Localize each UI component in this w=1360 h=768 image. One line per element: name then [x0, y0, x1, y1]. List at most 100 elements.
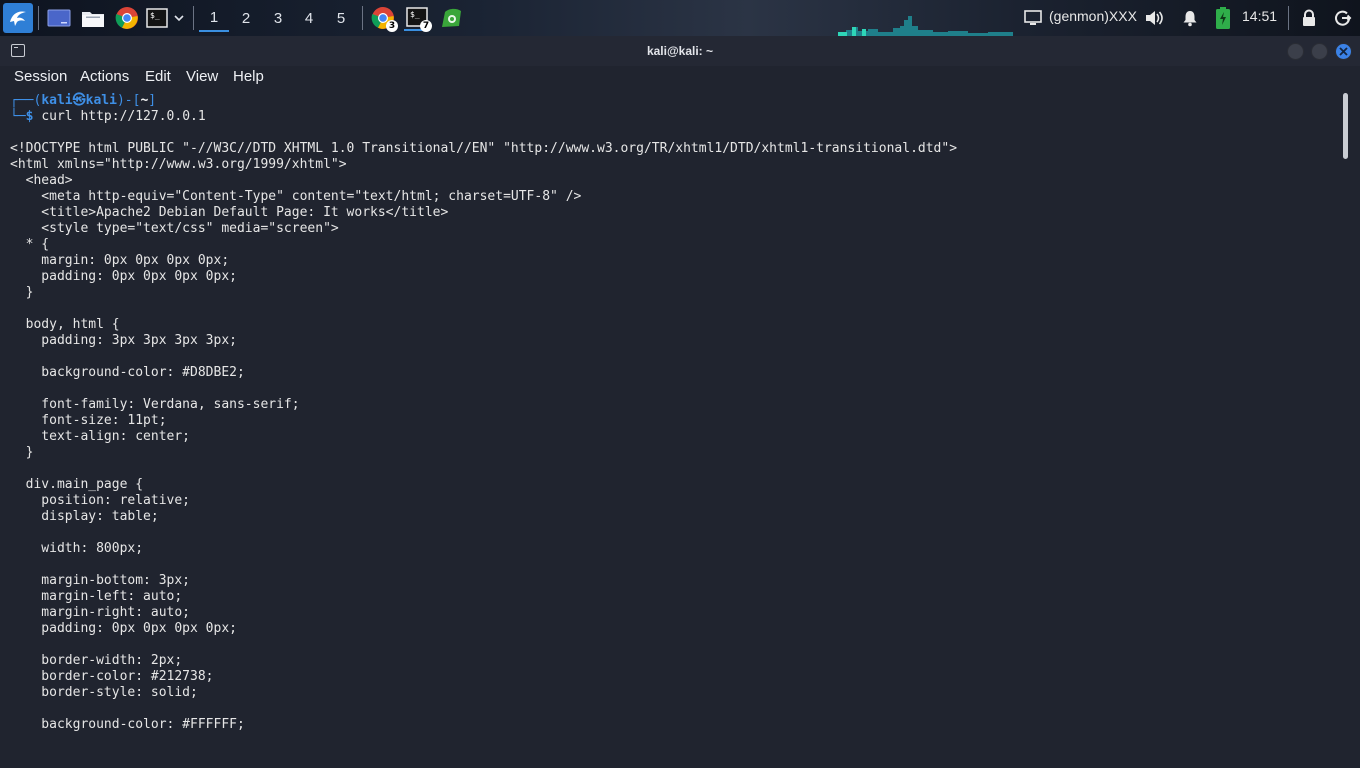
- menu-session[interactable]: Session: [14, 68, 67, 85]
- output-line: margin-bottom: 3px;: [10, 573, 191, 588]
- bell-icon: [1183, 11, 1197, 27]
- output-line: margin-right: auto;: [10, 605, 191, 620]
- prompt-host: kali: [85, 93, 117, 108]
- prompt-line: ┌──(kali㉿kali)-[~]: [10, 93, 156, 109]
- power-icon: [1335, 10, 1352, 26]
- clock[interactable]: 14:51: [1242, 8, 1277, 24]
- network-activity-graph: [838, 16, 1013, 36]
- show-desktop-button[interactable]: [46, 5, 72, 31]
- top-panel: $_ 1 2 3 4 5 3 $_ 7 (genmon)XXX 14:51: [0, 0, 1360, 36]
- terminal-launcher-button[interactable]: $_: [145, 5, 169, 31]
- menu-bar: Session Actions Edit View Help: [0, 66, 1360, 90]
- output-line: <style type="text/css" media="screen">: [10, 221, 339, 236]
- notifications-button[interactable]: [1177, 5, 1203, 31]
- lock-icon: [1303, 9, 1315, 26]
- output-line: text-align: center;: [10, 429, 191, 444]
- prompt-corner-top: ┌──(: [10, 93, 42, 108]
- output-line: <html xmlns="http://www.w3.org/1999/xhtm…: [10, 157, 347, 172]
- window-title: kali@kali: ~: [646, 44, 714, 58]
- output-line: width: 800px;: [10, 541, 144, 556]
- output-line: <head>: [10, 173, 73, 188]
- chevron-down-icon: [174, 15, 184, 22]
- prompt-user: kali: [41, 93, 73, 108]
- window-titlebar[interactable]: kali@kali: ~: [0, 36, 1360, 67]
- menu-view[interactable]: View: [186, 68, 218, 85]
- output-line: padding: 0px 0px 0px 0px;: [10, 621, 237, 636]
- logout-button[interactable]: [1330, 5, 1356, 31]
- workspace-1[interactable]: 1: [199, 4, 229, 32]
- terminal-output[interactable]: ┌──(kali㉿kali)-[~] └─$ curl http://127.0…: [0, 90, 1340, 768]
- workspace-3[interactable]: 3: [263, 4, 293, 32]
- kali-menu-button[interactable]: [3, 3, 33, 33]
- output-line: font-family: Verdana, sans-serif;: [10, 397, 300, 412]
- output-line: * {: [10, 237, 50, 252]
- file-manager-button[interactable]: [80, 5, 106, 31]
- output-line: padding: 3px 3px 3px 3px;: [10, 333, 237, 348]
- speaker-icon: [1146, 11, 1163, 25]
- terminal-icon: $_: [146, 8, 168, 28]
- scrollbar-thumb[interactable]: [1343, 93, 1348, 159]
- desktop-icon: [47, 9, 71, 27]
- maximize-button[interactable]: [1311, 43, 1328, 60]
- output-line: <meta http-equiv="Content-Type" content=…: [10, 189, 582, 204]
- output-line: margin-left: auto;: [10, 589, 183, 604]
- panel-separator: [1288, 6, 1289, 30]
- output-line: position: relative;: [10, 493, 191, 508]
- command-line: └─$ curl http://127.0.0.1: [10, 109, 206, 125]
- workspace-2[interactable]: 2: [231, 4, 261, 32]
- monitor-icon: [1024, 10, 1042, 25]
- output-line: border-style: solid;: [10, 685, 198, 700]
- prompt-end: ]: [148, 93, 157, 108]
- command-text: curl http://127.0.0.1: [41, 109, 206, 124]
- burp-suite-icon: [442, 8, 461, 27]
- output-line: <title>Apache2 Debian Default Page: It w…: [10, 205, 449, 220]
- panel-separator: [38, 6, 39, 30]
- panel-separator: [362, 6, 363, 30]
- display-settings-button[interactable]: [1020, 5, 1046, 31]
- chrome-launcher-button[interactable]: [114, 5, 140, 31]
- svg-text:$_: $_: [150, 11, 160, 20]
- terminal-window-group-button[interactable]: $_ 7: [404, 5, 432, 32]
- workspace-5[interactable]: 5: [326, 4, 356, 32]
- terminal-scrollbar[interactable]: [1341, 90, 1360, 768]
- minimize-button[interactable]: [1287, 43, 1304, 60]
- workspace-4[interactable]: 4: [294, 4, 324, 32]
- output-line: body, html {: [10, 317, 120, 332]
- output-line: font-size: 11pt;: [10, 413, 167, 428]
- folder-icon: [82, 12, 104, 27]
- output-line: background-color: #FFFFFF;: [10, 717, 245, 732]
- kali-dragon-icon: [10, 11, 26, 26]
- close-icon: [1339, 47, 1348, 56]
- menu-actions[interactable]: Actions: [80, 68, 129, 85]
- battery-button[interactable]: [1210, 5, 1236, 31]
- menu-edit[interactable]: Edit: [145, 68, 171, 85]
- output-line: border-width: 2px;: [10, 653, 183, 668]
- menu-help[interactable]: Help: [233, 68, 264, 85]
- prompt-mid: )-[: [116, 93, 141, 108]
- output-line: display: table;: [10, 509, 159, 524]
- output-line: background-color: #D8DBE2;: [10, 365, 245, 380]
- output-line: <!DOCTYPE html PUBLIC "-//W3C//DTD XHTML…: [10, 141, 958, 156]
- lock-screen-button[interactable]: [1296, 5, 1322, 31]
- output-line: padding: 0px 0px 0px 0px;: [10, 269, 237, 284]
- prompt-at: ㉿: [72, 93, 86, 108]
- output-line: margin: 0px 0px 0px 0px;: [10, 253, 230, 268]
- chrome-window-group-button[interactable]: 3: [370, 5, 398, 32]
- chrome-icon: [115, 7, 138, 29]
- terminal-window-count-badge: 7: [420, 20, 432, 32]
- svg-text:$_: $_: [410, 10, 420, 19]
- volume-button[interactable]: [1141, 5, 1167, 31]
- chrome-window-count-badge: 3: [386, 20, 398, 32]
- prompt-dollar: $: [25, 109, 34, 124]
- output-line: border-color: #212738;: [10, 669, 214, 684]
- burp-window-button[interactable]: [438, 5, 464, 31]
- close-button[interactable]: [1335, 43, 1352, 60]
- prompt-corner-bottom: └─: [10, 109, 26, 124]
- output-line: div.main_page {: [10, 477, 144, 492]
- panel-separator: [193, 6, 194, 30]
- genmon-label[interactable]: (genmon)XXX: [1049, 8, 1137, 24]
- output-line: }: [10, 445, 34, 460]
- battery-charging-icon: [1216, 7, 1230, 29]
- output-line: }: [10, 285, 34, 300]
- terminal-launcher-dropdown[interactable]: [171, 5, 187, 31]
